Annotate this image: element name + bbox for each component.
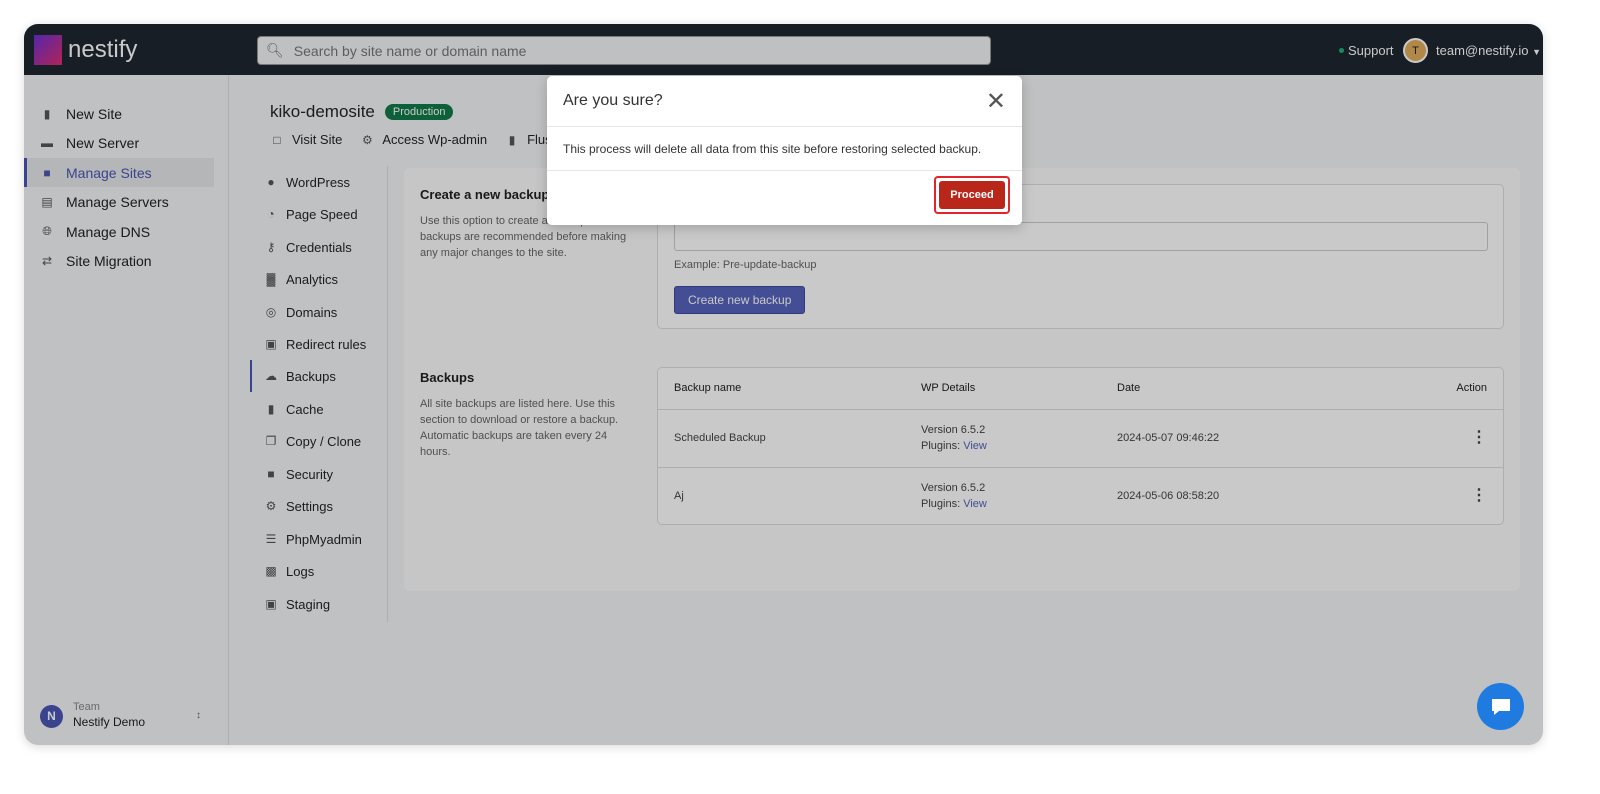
close-icon[interactable]: ✕ — [986, 87, 1006, 116]
dialog-footer: Proceed — [547, 171, 1022, 225]
dialog-message: This process will delete all data from t… — [547, 127, 1022, 171]
proceed-button[interactable]: Proceed — [939, 181, 1005, 209]
chat-bubble-icon — [1491, 698, 1510, 715]
confirm-dialog: Are you sure? ✕ This process will delete … — [547, 76, 1022, 225]
proceed-highlight: Proceed — [934, 176, 1010, 214]
chat-button[interactable] — [1477, 683, 1524, 730]
dialog-title: Are you sure? — [563, 92, 663, 109]
dialog-header: Are you sure? ✕ — [547, 76, 1022, 127]
